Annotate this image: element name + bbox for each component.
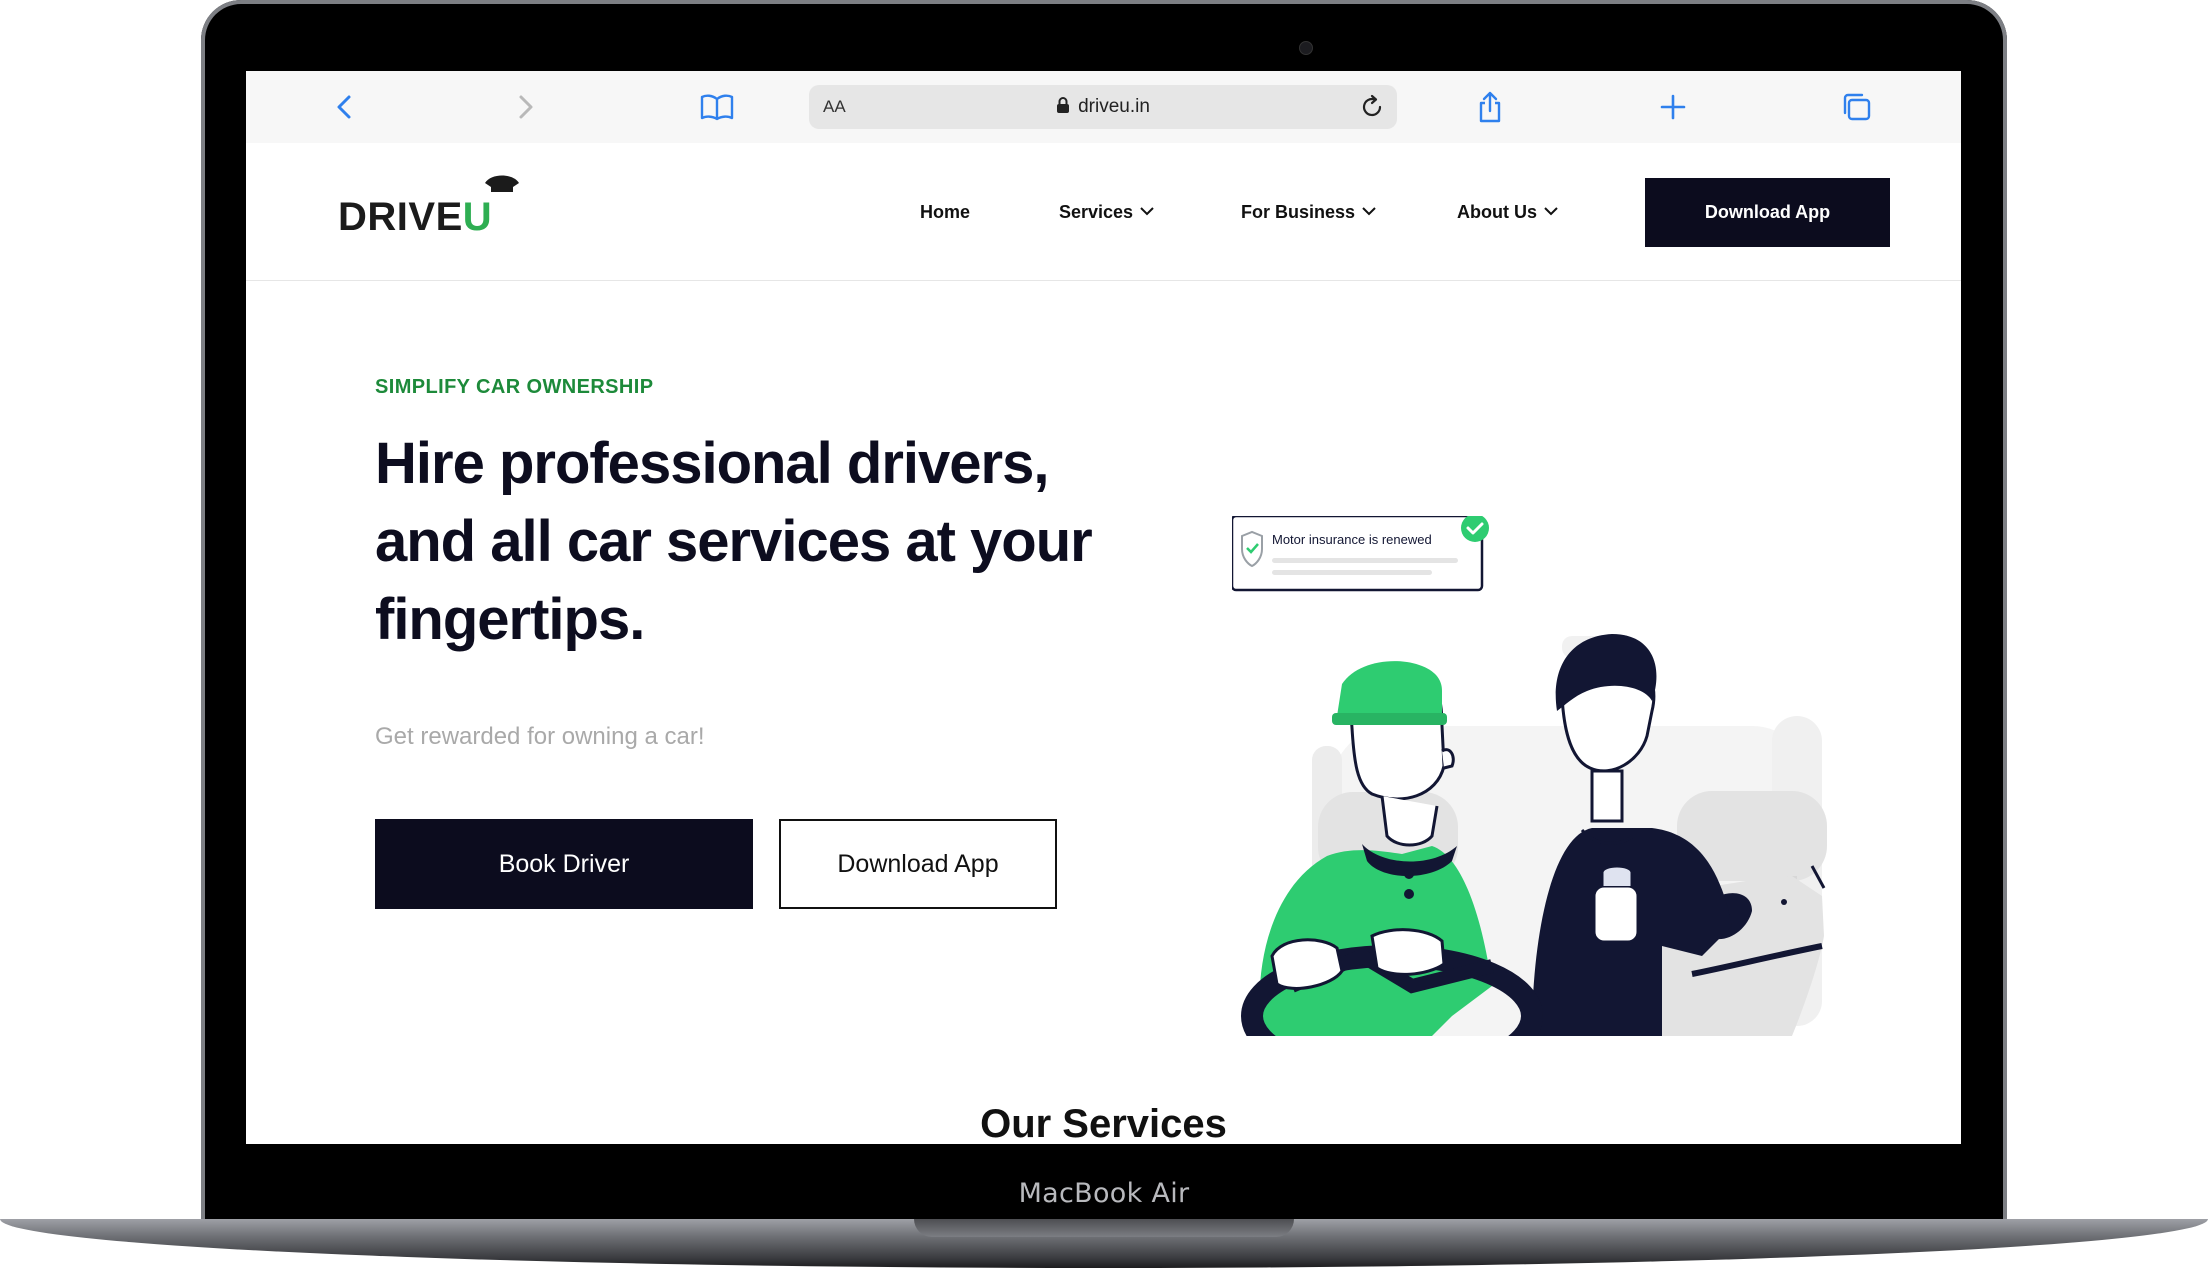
chevron-down-icon (1544, 207, 1558, 216)
browser-toolbar: AA driveu.in (246, 71, 1961, 144)
logo-accent: U (462, 195, 493, 239)
logo-text: DRIVE (338, 195, 463, 239)
nav-services[interactable]: Services (1059, 202, 1155, 223)
driveu-logo[interactable]: DRIVEU (338, 175, 519, 239)
notification-text: Motor insurance is renewed (1272, 532, 1432, 547)
device-label: MacBook Air (1018, 1178, 1190, 1209)
address-bar[interactable]: AA driveu.in (809, 85, 1397, 129)
url-text: driveu.in (1078, 96, 1150, 117)
lock-icon (1057, 97, 1070, 113)
our-services-heading: Our Services (980, 1102, 1227, 1144)
chevron-down-icon (1140, 207, 1154, 216)
laptop-notch (914, 1219, 1294, 1237)
nav-home[interactable]: Home (920, 202, 970, 223)
bookmarks-icon[interactable] (699, 89, 735, 125)
share-icon[interactable] (1472, 89, 1508, 125)
nav-for-business[interactable]: For Business (1241, 202, 1377, 223)
tabs-icon[interactable] (1838, 89, 1874, 125)
reload-icon[interactable] (1359, 94, 1385, 120)
screen: AA driveu.in DRIVEU Home Services For Bu… (246, 71, 1961, 1144)
book-driver-button[interactable]: Book Driver (375, 819, 753, 909)
camera (1299, 41, 1313, 55)
hero-subtitle: Get rewarded for owning a car! (375, 723, 705, 750)
header-download-app-button[interactable]: Download App (1645, 178, 1890, 247)
chauffeur-cap-icon (484, 175, 519, 192)
hero-illustration: Motor insurance is renewed (1232, 516, 1827, 1036)
hero-eyebrow: SIMPLIFY CAR OWNERSHIP (375, 376, 654, 398)
chevron-down-icon (1362, 207, 1376, 216)
back-icon[interactable] (326, 89, 362, 125)
site-header: DRIVEU Home Services For Business About … (246, 143, 1961, 281)
download-app-button[interactable]: Download App (779, 819, 1057, 909)
hero-title: Hire professional drivers, and all car s… (375, 431, 1093, 652)
nav-about-us[interactable]: About Us (1457, 202, 1559, 223)
forward-icon[interactable] (508, 89, 544, 125)
new-tab-icon[interactable] (1655, 89, 1691, 125)
